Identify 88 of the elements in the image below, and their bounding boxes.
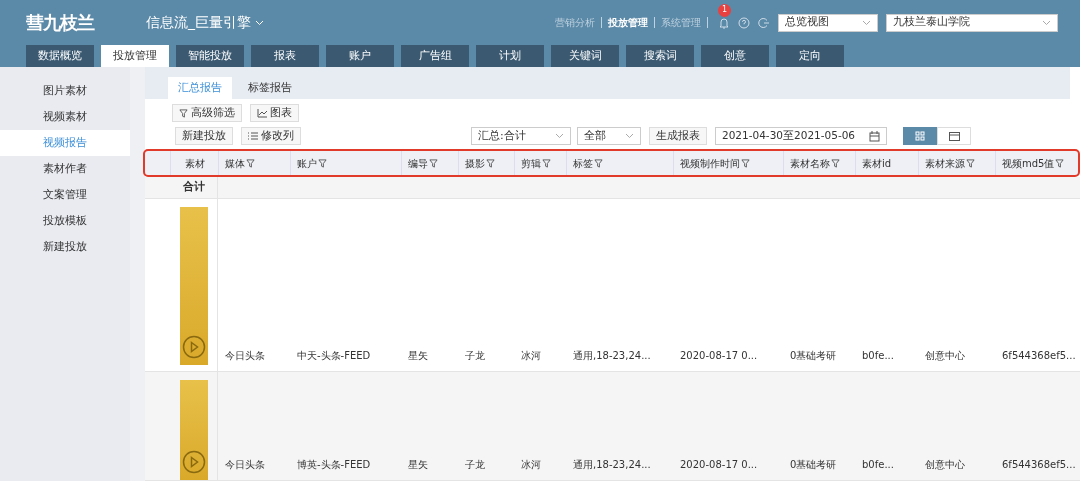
table-cell: b0fe... — [862, 459, 894, 471]
table-cell: 创意中心 — [925, 459, 965, 471]
nav-tab[interactable]: 报表 — [251, 45, 319, 67]
nav-tab[interactable]: 定向 — [776, 45, 844, 67]
table-cell: 子龙 — [465, 459, 485, 471]
chart-button[interactable]: 图表 — [250, 104, 299, 122]
chevron-down-icon — [255, 19, 264, 26]
table-cell: 子龙 — [465, 350, 485, 362]
new-campaign-button[interactable]: 新建投放 — [175, 127, 233, 145]
line-chart-icon — [257, 108, 267, 118]
list-icon — [248, 132, 258, 140]
column-header[interactable]: 账户 — [290, 151, 401, 175]
table-cell: 2020-08-17 0... — [680, 459, 758, 471]
sidebar-item[interactable]: 素材作者 — [0, 156, 130, 182]
nav-tab[interactable]: 广告组 — [401, 45, 469, 67]
column-header[interactable]: 素材 — [170, 151, 218, 175]
table-cell: 中天-头条-FEED — [297, 350, 371, 362]
organization-select[interactable]: 九枝兰泰山学院 — [886, 13, 1058, 32]
table-cell: 冰河 — [521, 459, 541, 471]
column-header[interactable]: 素材id — [855, 151, 918, 175]
card-icon — [948, 131, 960, 141]
column-header[interactable]: 摄影 — [458, 151, 514, 175]
view-select[interactable]: 总览视图 — [778, 13, 878, 32]
table-cell: 0基础考研 — [790, 350, 837, 362]
summary-select[interactable]: 汇总:合计 — [471, 127, 571, 145]
table-cell: 星矢 — [408, 350, 428, 362]
chevron-down-icon — [555, 133, 564, 139]
filter-icon — [179, 108, 188, 118]
bell-icon — [718, 16, 730, 29]
date-range-field[interactable]: 2021-04-30至2021-05-06 — [715, 127, 887, 145]
column-header[interactable]: 媒体 — [218, 151, 290, 175]
report-tab[interactable]: 汇总报告 — [168, 76, 232, 99]
table-cell: 创意中心 — [925, 350, 965, 362]
chevron-down-icon — [625, 133, 634, 139]
table-row[interactable]: 今日头条 博英-头条-FEED 星矢 子龙 冰河 通用,18-23,24... 2020-08-17 0... 0基础考研 b0fe... 创意中心 6f544368ef5... — [145, 372, 1080, 481]
table-cell: 博英-头条-FEED — [297, 459, 371, 471]
column-header[interactable]: 视频制作时间 — [673, 151, 783, 175]
table-cell: b0fe... — [862, 350, 894, 362]
edit-columns-button[interactable]: 修改列 — [241, 127, 301, 145]
column-header[interactable]: 编导 — [401, 151, 458, 175]
help-icon — [738, 16, 750, 29]
generate-report-button[interactable]: 生成报表 — [649, 127, 707, 145]
nav-tab[interactable]: 投放管理 — [101, 45, 169, 67]
refresh-icon — [758, 16, 770, 29]
sidebar-item[interactable]: 新建投放 — [0, 234, 130, 260]
report-tab[interactable]: 标签报告 — [238, 76, 302, 99]
sidebar-item[interactable]: 图片素材 — [0, 78, 130, 104]
column-header[interactable]: 视频md5值 — [995, 151, 1076, 175]
grid-icon — [915, 131, 925, 141]
sidebar-item[interactable]: 视频素材 — [0, 104, 130, 130]
sidebar-item[interactable]: 视频报告 — [0, 130, 130, 156]
sidebar-item[interactable]: 文案管理 — [0, 182, 130, 208]
nav-tab[interactable]: 数据概览 — [26, 45, 94, 67]
column-header[interactable]: 剪辑 — [514, 151, 566, 175]
chevron-down-icon — [862, 19, 871, 26]
notification-badge: 1 — [718, 3, 731, 17]
table-cell: 6f544368ef5... — [1002, 459, 1076, 471]
logo: 彗九枝兰 — [26, 11, 94, 35]
column-header[interactable]: 素材名称 — [783, 151, 855, 175]
table-cell: 今日头条 — [225, 459, 265, 471]
nav-tab[interactable]: 账户 — [326, 45, 394, 67]
advanced-filter-button[interactable]: 高级筛选 — [172, 104, 242, 122]
column-header[interactable]: 标签 — [566, 151, 673, 175]
calendar-icon — [869, 130, 880, 142]
table-cell: 6f544368ef5... — [1002, 350, 1076, 362]
chevron-down-icon — [1042, 19, 1051, 26]
column-header[interactable]: 素材来源 — [918, 151, 995, 175]
app-title: 信息流_巨量引擎 — [146, 13, 251, 32]
table-cell: 2020-08-17 0... — [680, 350, 758, 362]
nav-tab[interactable]: 关键词 — [551, 45, 619, 67]
table-cell: 今日头条 — [225, 350, 265, 362]
table-cell: 星矢 — [408, 459, 428, 471]
play-icon — [181, 450, 206, 474]
table-cell: 通用,18-23,24... — [573, 459, 651, 471]
scope-select[interactable]: 全部 — [577, 127, 641, 145]
nav-tab[interactable]: 智能投放 — [176, 45, 244, 67]
card-view-button[interactable] — [937, 127, 971, 145]
nav-link[interactable]: 投放管理 — [601, 17, 654, 28]
table-cell: 0基础考研 — [790, 459, 837, 471]
total-label: 合计 — [170, 177, 218, 198]
play-icon — [181, 335, 206, 359]
table-row[interactable]: 今日头条 中天-头条-FEED 星矢 子龙 冰河 通用,18-23,24... 2020-08-17 0... 0基础考研 b0fe... 创意中心 6f544368ef5... — [145, 199, 1080, 372]
nav-tab[interactable]: 计划 — [476, 45, 544, 67]
table-cell: 冰河 — [521, 350, 541, 362]
nav-tab[interactable]: 创意 — [701, 45, 769, 67]
sidebar-item[interactable]: 投放模板 — [0, 208, 130, 234]
table-cell: 通用,18-23,24... — [573, 350, 651, 362]
nav-tab[interactable]: 搜索词 — [626, 45, 694, 67]
